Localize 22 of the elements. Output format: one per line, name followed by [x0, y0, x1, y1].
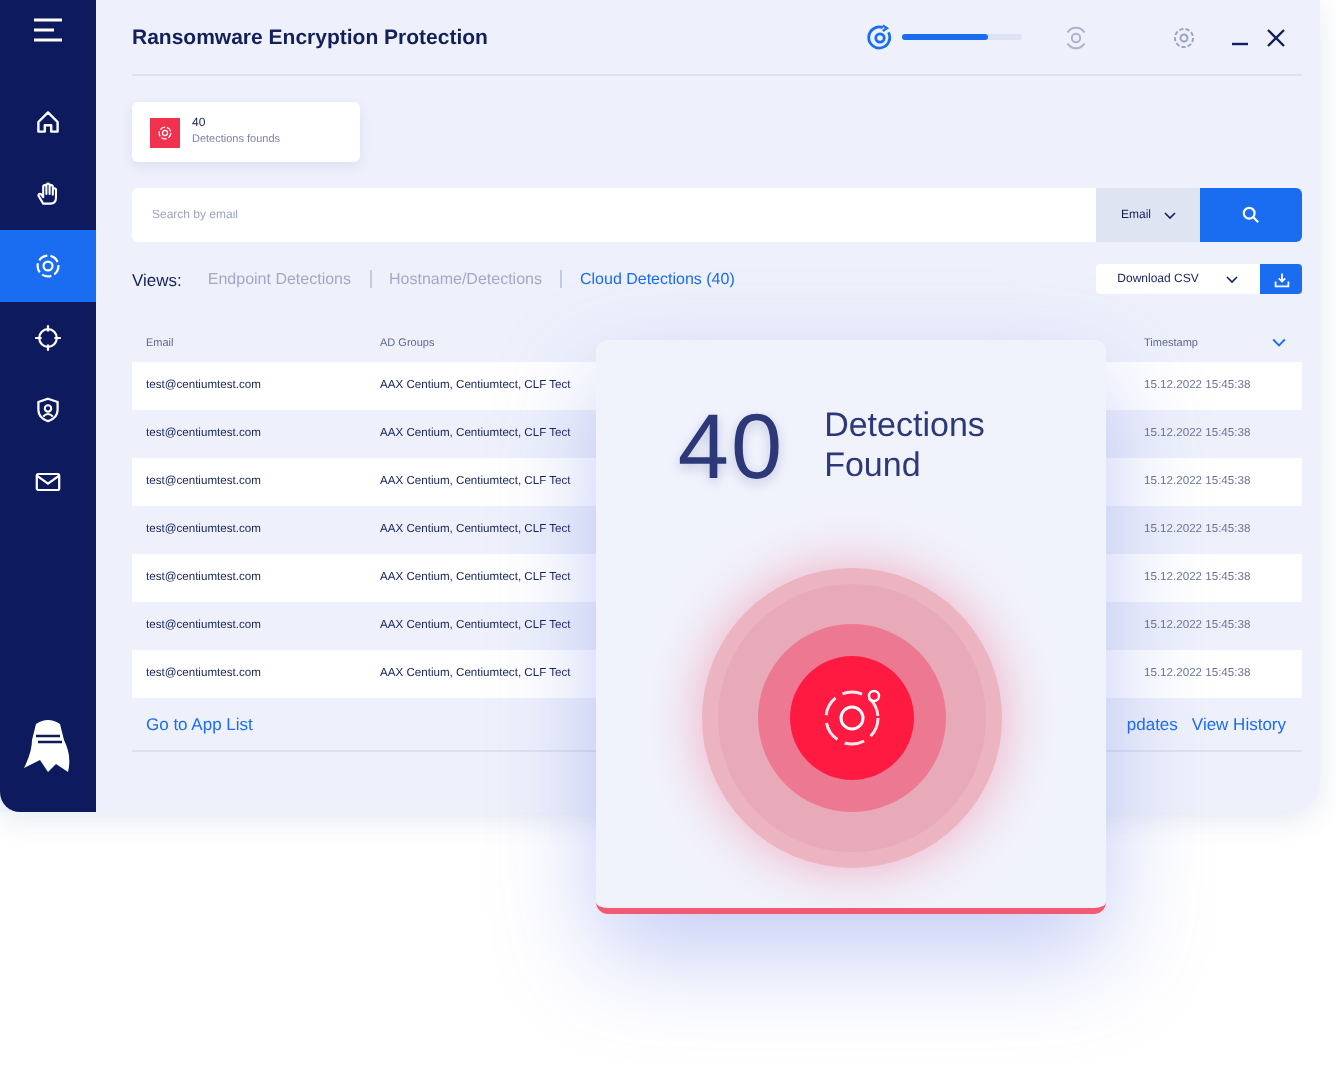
menu-icon[interactable] — [32, 18, 64, 42]
detection-badge-icon — [150, 117, 180, 147]
close-icon[interactable] — [1266, 27, 1286, 47]
crosshair-icon — [32, 322, 64, 354]
view-tab[interactable]: Cloud Detections (40) — [579, 270, 735, 288]
download-icon — [1273, 271, 1289, 287]
updates-link[interactable]: pdates — [1126, 714, 1178, 734]
search-icon — [1242, 206, 1260, 224]
history-link[interactable]: View History — [1191, 714, 1286, 734]
scan-icon — [866, 23, 894, 51]
home-icon — [32, 106, 64, 138]
target-icon — [32, 250, 64, 282]
download-button[interactable] — [1260, 264, 1302, 294]
shield-user-icon — [32, 394, 64, 426]
app-list-link[interactable]: Go to App List — [146, 714, 253, 734]
chevron-down-icon — [1226, 275, 1239, 283]
detections-label: Detections Found — [824, 406, 987, 486]
chevron-down-icon — [1163, 211, 1175, 219]
detections-count: 40 — [677, 392, 785, 500]
views-label: Views: — [132, 269, 182, 289]
chevron-down-icon[interactable] — [1272, 337, 1286, 347]
window-title: Ransomware Encryption Protection — [132, 25, 490, 49]
